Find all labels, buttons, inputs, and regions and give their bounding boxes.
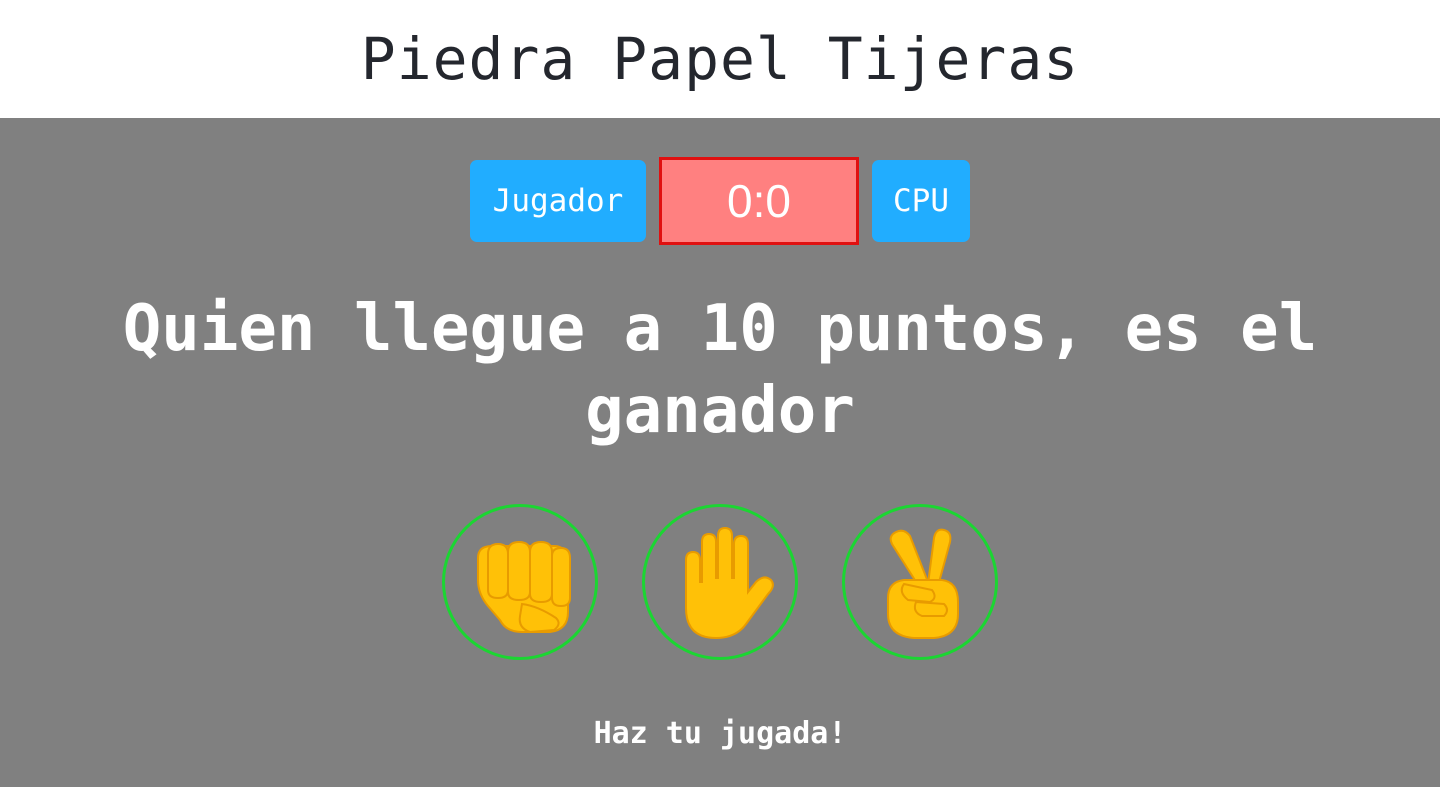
paper-button[interactable] — [642, 504, 798, 660]
player-label: Jugador — [470, 160, 646, 242]
scissors-button[interactable] — [842, 504, 998, 660]
paper-hand-icon — [685, 526, 774, 640]
header: Piedra Papel Tijeras — [0, 0, 1440, 118]
game-area: Jugador 0:0 CPU Quien llegue a 10 puntos… — [0, 118, 1440, 787]
scoreboard: Jugador 0:0 CPU — [0, 157, 1440, 245]
choice-buttons — [0, 504, 1440, 664]
rules-message: Quien llegue a 10 puntos, es el ganador — [122, 292, 1318, 448]
rock-button[interactable] — [442, 504, 598, 660]
scissors-victory-icon — [887, 528, 959, 639]
score-display: 0:0 — [659, 157, 859, 245]
page-title: Piedra Papel Tijeras — [360, 25, 1080, 93]
play-prompt: Haz tu jugada! — [593, 716, 847, 751]
cpu-label: CPU — [872, 160, 970, 242]
rock-fist-icon — [477, 540, 571, 634]
